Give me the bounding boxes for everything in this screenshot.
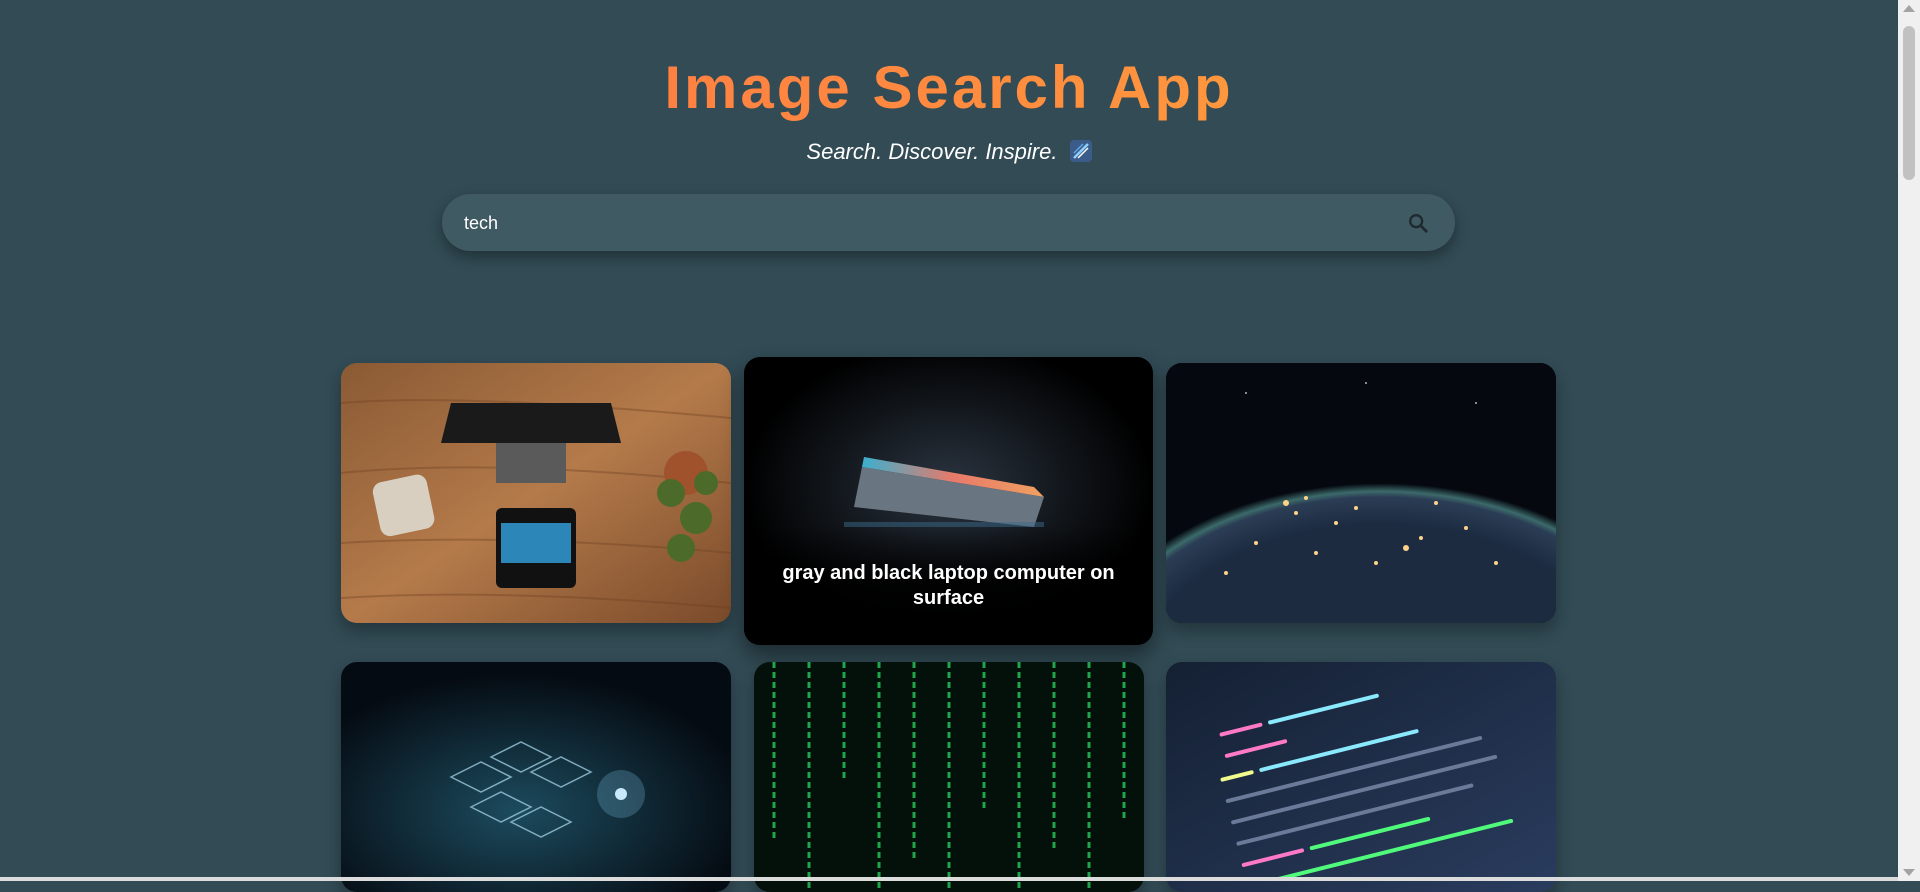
scroll-down-arrow-icon[interactable]	[1903, 869, 1915, 876]
result-caption: gray and black laptop computer on surfac…	[782, 562, 1115, 609]
result-card[interactable]	[754, 662, 1144, 892]
result-image	[1166, 363, 1556, 623]
scroll-up-arrow-icon[interactable]	[1903, 5, 1915, 12]
result-image	[754, 662, 1144, 892]
result-card-hovered[interactable]: gray and black laptop computer on surfac…	[744, 357, 1153, 645]
result-image	[1166, 662, 1556, 892]
vertical-scrollbar[interactable]	[1898, 0, 1920, 881]
result-card[interactable]	[341, 363, 731, 623]
page: Image Search App Search. Discover. Inspi…	[0, 0, 1898, 892]
subtitle-text: Search. Discover. Inspire.	[806, 139, 1058, 164]
sparkle-icon	[1069, 140, 1092, 162]
page-title: Image Search App	[0, 52, 1898, 124]
search-bar	[442, 194, 1455, 253]
result-card[interactable]	[341, 662, 731, 892]
result-card[interactable]	[1166, 363, 1556, 623]
result-card[interactable]	[1166, 662, 1556, 892]
search-icon	[1409, 214, 1428, 233]
search-button[interactable]	[1403, 208, 1433, 238]
result-image	[341, 363, 731, 623]
result-image	[341, 662, 731, 892]
search-input[interactable]	[462, 194, 1366, 253]
scrollbar-thumb[interactable]	[1903, 26, 1915, 180]
horizontal-scrollbar[interactable]	[0, 877, 1898, 881]
result-caption-overlay: gray and black laptop computer on surfac…	[744, 525, 1153, 645]
page-subtitle: Search. Discover. Inspire.	[0, 139, 1898, 165]
